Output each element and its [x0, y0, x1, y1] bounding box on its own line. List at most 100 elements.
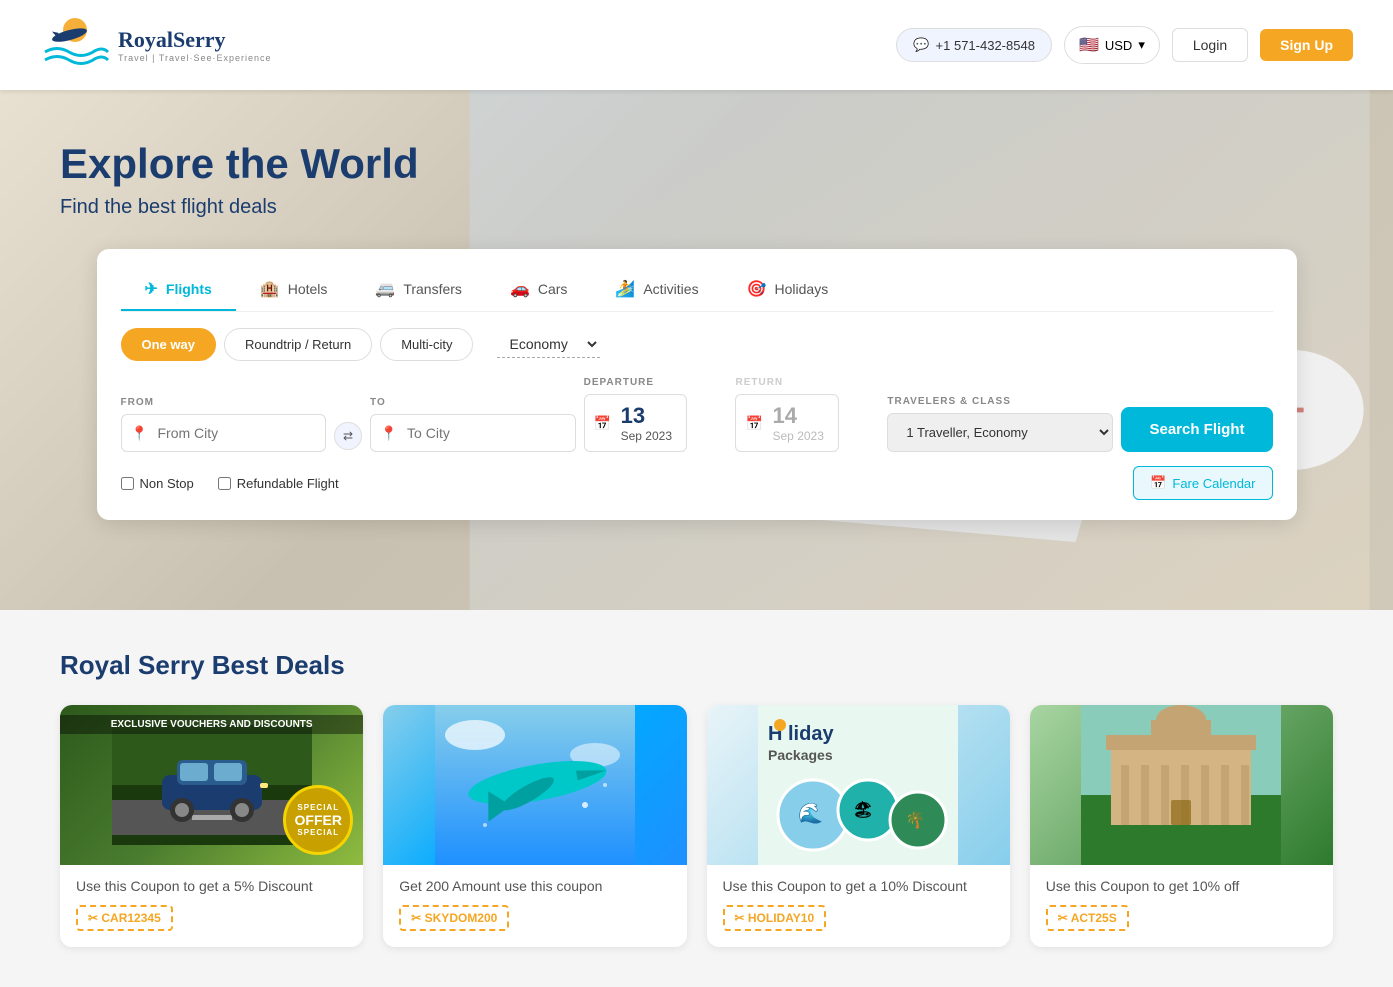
refundable-checkbox[interactable] [218, 477, 231, 490]
deals-title: Royal Serry Best Deals [60, 650, 1333, 681]
svg-text:liday: liday [788, 723, 834, 745]
activities-icon: 🏄 [615, 279, 635, 299]
tab-transfers[interactable]: 🚐 Transfers [351, 269, 486, 311]
header: RoyalSerry Travel | Travel·See·Experienc… [0, 0, 1393, 90]
from-input-wrapper: 📍 [121, 414, 327, 452]
exclusive-badge: EXCLUSIVE VOUCHERS AND DISCOUNTS [60, 715, 363, 734]
deal-image-flight [383, 705, 686, 865]
tab-holidays[interactable]: 🎯 Holidays [723, 269, 853, 311]
trip-type-row: One way Roundtrip / Return Multi-city Ec… [121, 328, 1273, 361]
return-input-wrapper: 📅 14 Sep 2023 [735, 394, 879, 452]
phone-button[interactable]: 💬 +1 571-432-8548 [896, 28, 1052, 62]
non-stop-checkbox[interactable] [121, 477, 134, 490]
tab-flights-label: Flights [166, 281, 212, 297]
coupon-badge-car: ✂ CAR12345 [76, 905, 173, 931]
search-fields: FROM 📍 ⇄ TO 📍 [121, 377, 1273, 452]
coupon-badge-flight: ✂ SKYDOM200 [399, 905, 509, 931]
flights-icon: ✈ [145, 279, 158, 299]
hero-title: Explore the World [60, 140, 1333, 188]
deal-text-holiday: Use this Coupon to get a 10% Discount [723, 877, 994, 897]
deals-grid: EXCLUSIVE VOUCHERS AND DISCOUNTS SPECIAL… [60, 705, 1333, 947]
from-label: FROM [121, 397, 327, 408]
fare-calendar-button[interactable]: 📅 Fare Calendar [1133, 466, 1272, 500]
login-button[interactable]: Login [1172, 28, 1248, 62]
deal-image-holiday: H liday Packages 🌊 🏖 🌴 [707, 705, 1010, 865]
to-city-input[interactable] [370, 414, 576, 452]
from-city-input[interactable] [121, 414, 327, 452]
to-field-group: TO 📍 [370, 397, 576, 452]
swap-icon: ⇄ [343, 429, 353, 443]
tab-cars-label: Cars [538, 281, 568, 297]
whatsapp-icon: 💬 [913, 37, 929, 53]
multi-city-button[interactable]: Multi-city [380, 328, 473, 361]
tab-cars[interactable]: 🚗 Cars [486, 269, 591, 311]
return-month-year: Sep 2023 [772, 429, 823, 443]
non-stop-text: Non Stop [140, 476, 194, 491]
transfers-icon: 🚐 [375, 279, 395, 299]
refundable-label[interactable]: Refundable Flight [218, 476, 339, 491]
logo: RoyalSerry Travel | Travel·See·Experienc… [40, 10, 272, 80]
chevron-down-icon: ▾ [1138, 37, 1145, 53]
travelers-select[interactable]: 1 Traveller, Economy 2 Travellers, Econo… [887, 413, 1113, 452]
travelers-field-group: TRAVELERS & CLASS 1 Traveller, Economy 2… [887, 396, 1113, 452]
to-label: TO [370, 397, 576, 408]
tab-activities-label: Activities [643, 281, 698, 297]
departure-field-group: DEPARTURE 📅 13 Sep 2023 [584, 377, 728, 452]
deal-text-car: Use this Coupon to get a 5% Discount [76, 877, 347, 897]
hotels-icon: 🏨 [260, 279, 280, 299]
logo-icon [40, 10, 110, 80]
one-way-button[interactable]: One way [121, 328, 216, 361]
svg-text:Packages: Packages [768, 747, 833, 763]
deal-body-car: Use this Coupon to get a 5% Discount ✂ C… [60, 865, 363, 947]
refundable-text: Refundable Flight [237, 476, 339, 491]
deal-body-holiday: Use this Coupon to get a 10% Discount ✂ … [707, 865, 1010, 947]
non-stop-label[interactable]: Non Stop [121, 476, 194, 491]
tab-transfers-label: Transfers [403, 281, 462, 297]
flag-icon: 🇺🇸 [1079, 35, 1099, 55]
return-day: 14 [772, 403, 823, 429]
holidays-icon: 🎯 [747, 279, 767, 299]
logo-text: RoyalSerry Travel | Travel·See·Experienc… [118, 27, 272, 63]
hero-subtitle: Find the best flight deals [60, 196, 1333, 219]
tab-hotels[interactable]: 🏨 Hotels [236, 269, 352, 311]
to-input-wrapper: 📍 [370, 414, 576, 452]
return-field-group: RETURN 📅 14 Sep 2023 [735, 377, 879, 452]
deal-image-building [1030, 705, 1333, 865]
tab-activities[interactable]: 🏄 Activities [591, 269, 722, 311]
deal-text-building: Use this Coupon to get 10% off [1046, 877, 1317, 897]
tab-holidays-label: Holidays [775, 281, 829, 297]
phone-number: +1 571-432-8548 [936, 38, 1035, 53]
from-field-group: FROM 📍 [121, 397, 327, 452]
fare-calendar-label: Fare Calendar [1172, 476, 1255, 491]
logo-main-text: RoyalSerry [118, 27, 272, 53]
search-box: ✈ Flights 🏨 Hotels 🚐 Transfers 🚗 Cars 🏄 [97, 249, 1297, 520]
tab-flights[interactable]: ✈ Flights [121, 269, 236, 311]
search-flight-button[interactable]: Search Flight [1121, 407, 1272, 452]
signup-button[interactable]: Sign Up [1260, 29, 1353, 61]
deal-body-flight: Get 200 Amount use this coupon ✂ SKYDOM2… [383, 865, 686, 947]
departure-date[interactable]: 13 Sep 2023 [584, 394, 687, 452]
deal-body-building: Use this Coupon to get 10% off ✂ ACT25S [1030, 865, 1333, 947]
currency-label: USD [1105, 38, 1132, 53]
nav-tabs: ✈ Flights 🏨 Hotels 🚐 Transfers 🚗 Cars 🏄 [121, 269, 1273, 312]
deal-card-building: Use this Coupon to get 10% off ✂ ACT25S [1030, 705, 1333, 947]
svg-text:🏖: 🏖 [853, 800, 873, 819]
roundtrip-button[interactable]: Roundtrip / Return [224, 328, 372, 361]
deal-card-holiday: H liday Packages 🌊 🏖 🌴 Use this Coupon t… [707, 705, 1010, 947]
header-right: 💬 +1 571-432-8548 🇺🇸 USD ▾ Login Sign Up [896, 26, 1353, 64]
hero-section: Austrian Explore the World Find the best… [0, 90, 1393, 610]
deal-text-flight: Get 200 Amount use this coupon [399, 877, 670, 897]
currency-button[interactable]: 🇺🇸 USD ▾ [1064, 26, 1160, 64]
departure-input-wrapper: 📅 13 Sep 2023 [584, 394, 728, 452]
offer-stamp: SPECIAL OFFER SPECIAL [283, 785, 353, 855]
return-date[interactable]: 14 Sep 2023 [735, 394, 838, 452]
svg-text:🌊: 🌊 [798, 801, 823, 825]
hero-content: Explore the World Find the best flight d… [0, 90, 1393, 540]
coupon-badge-building: ✂ ACT25S [1046, 905, 1129, 931]
options-row: Non Stop Refundable Flight 📅 Fare Calend… [121, 466, 1273, 500]
swap-button[interactable]: ⇄ [334, 422, 362, 450]
cars-icon: 🚗 [510, 279, 530, 299]
departure-month-year: Sep 2023 [621, 429, 672, 443]
cabin-class-select[interactable]: Economy Business First Class [497, 331, 600, 358]
departure-day: 13 [621, 403, 672, 429]
